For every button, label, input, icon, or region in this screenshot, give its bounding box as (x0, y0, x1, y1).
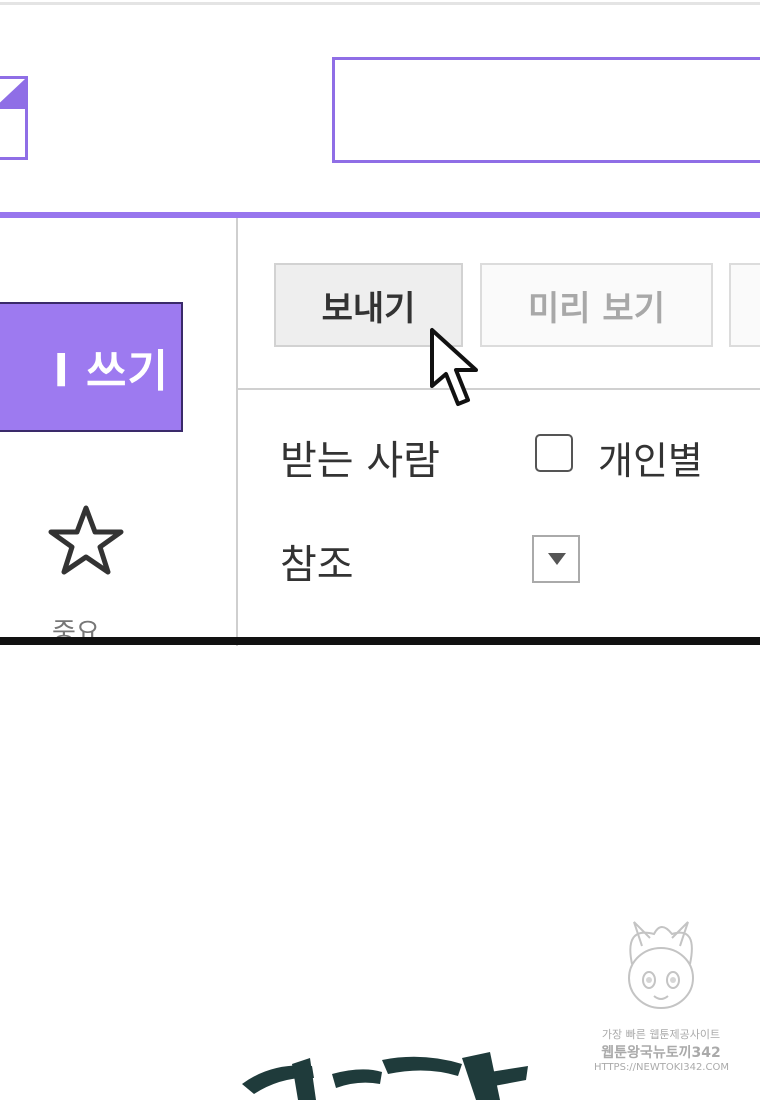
preview-button-label: 미리 보기 (528, 288, 665, 329)
watermark: 가장 빠른 웹툰제공사이트 웹툰왕국뉴토끼342 HTTPS://NEWTOKI… (594, 916, 729, 1084)
dropdown-arrow-icon (548, 553, 566, 565)
toolbar-divider (238, 388, 760, 390)
brush-lettering (232, 1044, 532, 1104)
watermark-line-3: HTTPS://NEWTOKI342.COM (594, 1062, 729, 1073)
send-button-label: 보내기 (321, 288, 416, 329)
sidebar-divider (236, 218, 238, 646)
individual-checkbox[interactable] (535, 434, 573, 472)
mouse-cursor-icon (428, 326, 490, 414)
toolbar-more-button[interactable] (729, 263, 760, 347)
individual-label: 개인별 (598, 439, 703, 483)
recipient-label: 받는 사람 (280, 438, 440, 484)
watermark-line-1: 가장 빠른 웹툰제공사이트 (601, 1028, 721, 1041)
watermark-line-2: 웹툰왕국뉴토끼342 (601, 1045, 721, 1061)
compose-button[interactable]: l 쓰기 (0, 302, 183, 432)
panel-bottom-rule (0, 637, 760, 645)
cc-dropdown[interactable] (532, 535, 580, 583)
header-accent-bar (0, 212, 760, 218)
star-icon[interactable] (46, 502, 126, 582)
cc-label: 참조 (280, 542, 354, 588)
search-input[interactable] (332, 57, 760, 163)
top-border (0, 2, 760, 5)
preview-button[interactable]: 미리 보기 (480, 263, 713, 347)
watermark-mascot-icon (628, 921, 694, 1009)
mail-compose-window: l 쓰기 중요 보내기 미리 보기 받는 사람 개인별 참조 (0, 0, 760, 646)
compose-button-label: l 쓰기 (53, 346, 169, 397)
logo-box[interactable] (0, 76, 28, 160)
